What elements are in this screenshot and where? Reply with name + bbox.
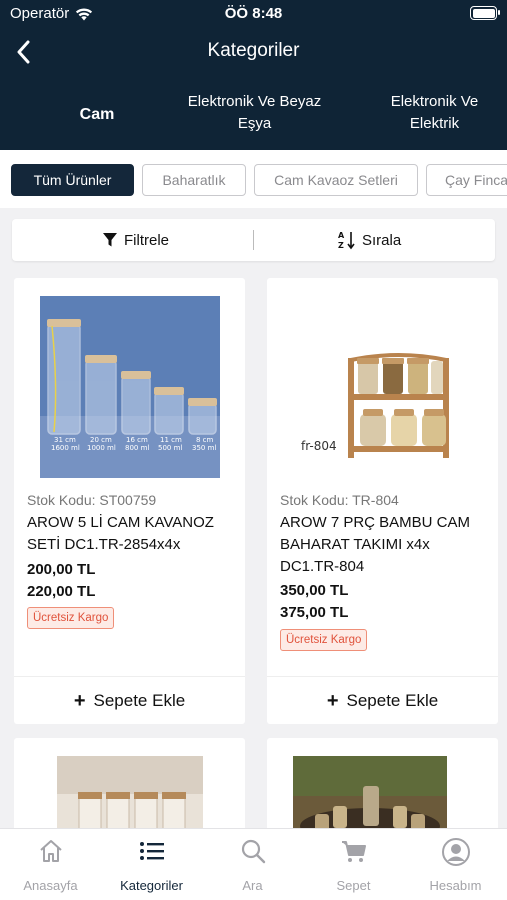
jar-size-label: 11 cm [160, 436, 182, 444]
product-old-price: 220,00 TL [27, 583, 96, 600]
nav-label: Hesabım [429, 878, 482, 893]
product-price: 350,00 TL [280, 582, 349, 599]
app-header: Operatör ÖÖ 8:48 Kategoriler Cam Elektro… [0, 0, 507, 150]
nav-account[interactable]: Hesabım [404, 829, 507, 900]
home-icon [39, 840, 62, 862]
jar-volume-label: 350 ml [192, 444, 216, 452]
add-to-cart-button[interactable]: + Sepete Ekle [14, 676, 245, 724]
product-image: 31 cm 1600 ml 20 cm 1000 ml 16 cm 800 ml… [40, 296, 220, 478]
chip-baharatlik[interactable]: Baharatlık [142, 164, 246, 196]
jar-volume-label: 1600 ml [51, 444, 80, 452]
divider [253, 230, 254, 250]
plus-icon: + [326, 689, 339, 712]
product-name[interactable]: AROW 5 Lİ CAM KAVANOZ SETİ DC1.TR-2854x4… [27, 512, 237, 556]
list-icon [139, 842, 164, 860]
page-title: Kategoriler [207, 40, 300, 61]
product-card[interactable]: fr-804 Stok Kodu: TR-804 AROW 7 PRÇ BAMB… [267, 278, 498, 724]
sort-icon: A Z [338, 231, 355, 250]
jar-size-label: 8 cm [196, 436, 214, 444]
sort-label: Sırala [362, 231, 402, 249]
add-to-cart-label: Sepete Ekle [93, 690, 186, 710]
product-card[interactable] [267, 738, 498, 838]
account-icon [441, 838, 470, 866]
nav-label: Anasayfa [23, 878, 78, 893]
filter-label: Filtrele [124, 231, 170, 249]
sort-button[interactable]: A Z Sırala [338, 219, 401, 261]
tab-elektronik-elektrik[interactable]: Elektronik Ve Elektrik [372, 91, 497, 135]
free-shipping-badge: Ücretsiz Kargo [27, 607, 115, 629]
tab-cam[interactable]: Cam [42, 104, 152, 126]
product-image [293, 756, 447, 838]
category-tabs: Cam Elektronik Ve Beyaz Eşya Elektronik … [0, 86, 507, 146]
product-price: 200,00 TL [27, 561, 96, 578]
subcategory-chips: Tüm Ürünler Baharatlık Cam Kavaoz Setler… [0, 150, 507, 208]
jar-volume-label: 500 ml [158, 444, 182, 452]
plus-icon: + [73, 689, 86, 712]
nav-label: Sepet [336, 878, 371, 893]
product-card[interactable]: 31 cm 1600 ml 20 cm 1000 ml 16 cm 800 ml… [14, 278, 245, 724]
svg-text:Z: Z [338, 241, 344, 250]
cart-icon [341, 841, 366, 862]
chip-tum-urunler[interactable]: Tüm Ürünler [11, 164, 134, 196]
tab-elektronik-beyaz-esya[interactable]: Elektronik Ve Beyaz Eşya [182, 91, 327, 135]
free-shipping-badge: Ücretsiz Kargo [280, 629, 368, 651]
product-image: fr-804 [293, 296, 473, 478]
product-old-price: 375,00 TL [280, 604, 349, 621]
search-icon [241, 839, 265, 864]
svg-text:A: A [338, 231, 345, 240]
bottom-navigation: Anasayfa Kategoriler Ara Sepet Hesabım [0, 828, 507, 900]
product-image [57, 756, 203, 838]
filter-icon [103, 233, 117, 247]
product-card[interactable] [14, 738, 245, 838]
jar-size-label: 20 cm [90, 436, 112, 444]
jar-volume-label: 800 ml [125, 444, 149, 452]
filter-sort-bar: Filtrele A Z Sırala [12, 219, 495, 261]
nav-cart[interactable]: Sepet [303, 829, 404, 900]
product-name[interactable]: AROW 7 PRÇ BAMBU CAM BAHARAT TAKIMI x4x … [280, 512, 490, 578]
nav-home[interactable]: Anasayfa [0, 829, 101, 900]
add-to-cart-button[interactable]: + Sepete Ekle [267, 676, 498, 724]
nav-categories[interactable]: Kategoriler [101, 829, 202, 900]
jar-size-label: 16 cm [126, 436, 148, 444]
stock-code: Stok Kodu: TR-804 [280, 492, 399, 508]
battery-icon [470, 6, 500, 20]
nav-label: Kategoriler [120, 878, 183, 893]
jar-size-label: 31 cm [54, 436, 76, 444]
add-to-cart-label: Sepete Ekle [346, 690, 439, 710]
nav-search[interactable]: Ara [202, 829, 303, 900]
status-bar: Operatör ÖÖ 8:48 [0, 0, 507, 28]
stock-code: Stok Kodu: ST00759 [27, 492, 157, 508]
jar-volume-label: 1000 ml [87, 444, 116, 452]
nav-label: Ara [242, 878, 263, 893]
status-time: ÖÖ 8:48 [224, 5, 283, 22]
chip-cay-fincan[interactable]: Çay Finca [426, 164, 507, 196]
chip-cam-kavanoz-setleri[interactable]: Cam Kavaoz Setleri [254, 164, 418, 196]
product-image-label: fr-804 [301, 439, 337, 453]
filter-button[interactable]: Filtrele [102, 219, 169, 261]
